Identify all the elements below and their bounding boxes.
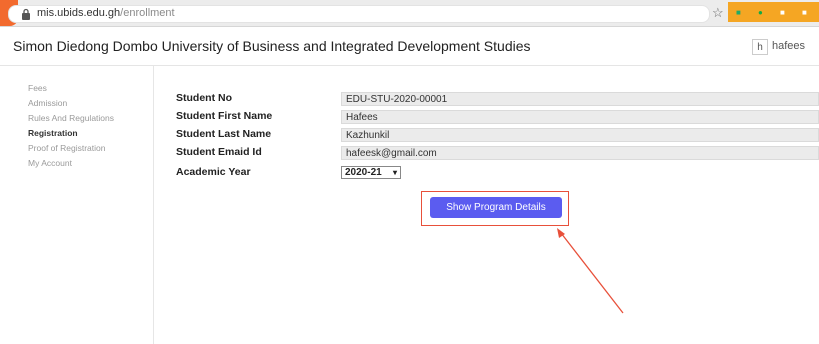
annotation-arrow-icon <box>557 228 624 314</box>
